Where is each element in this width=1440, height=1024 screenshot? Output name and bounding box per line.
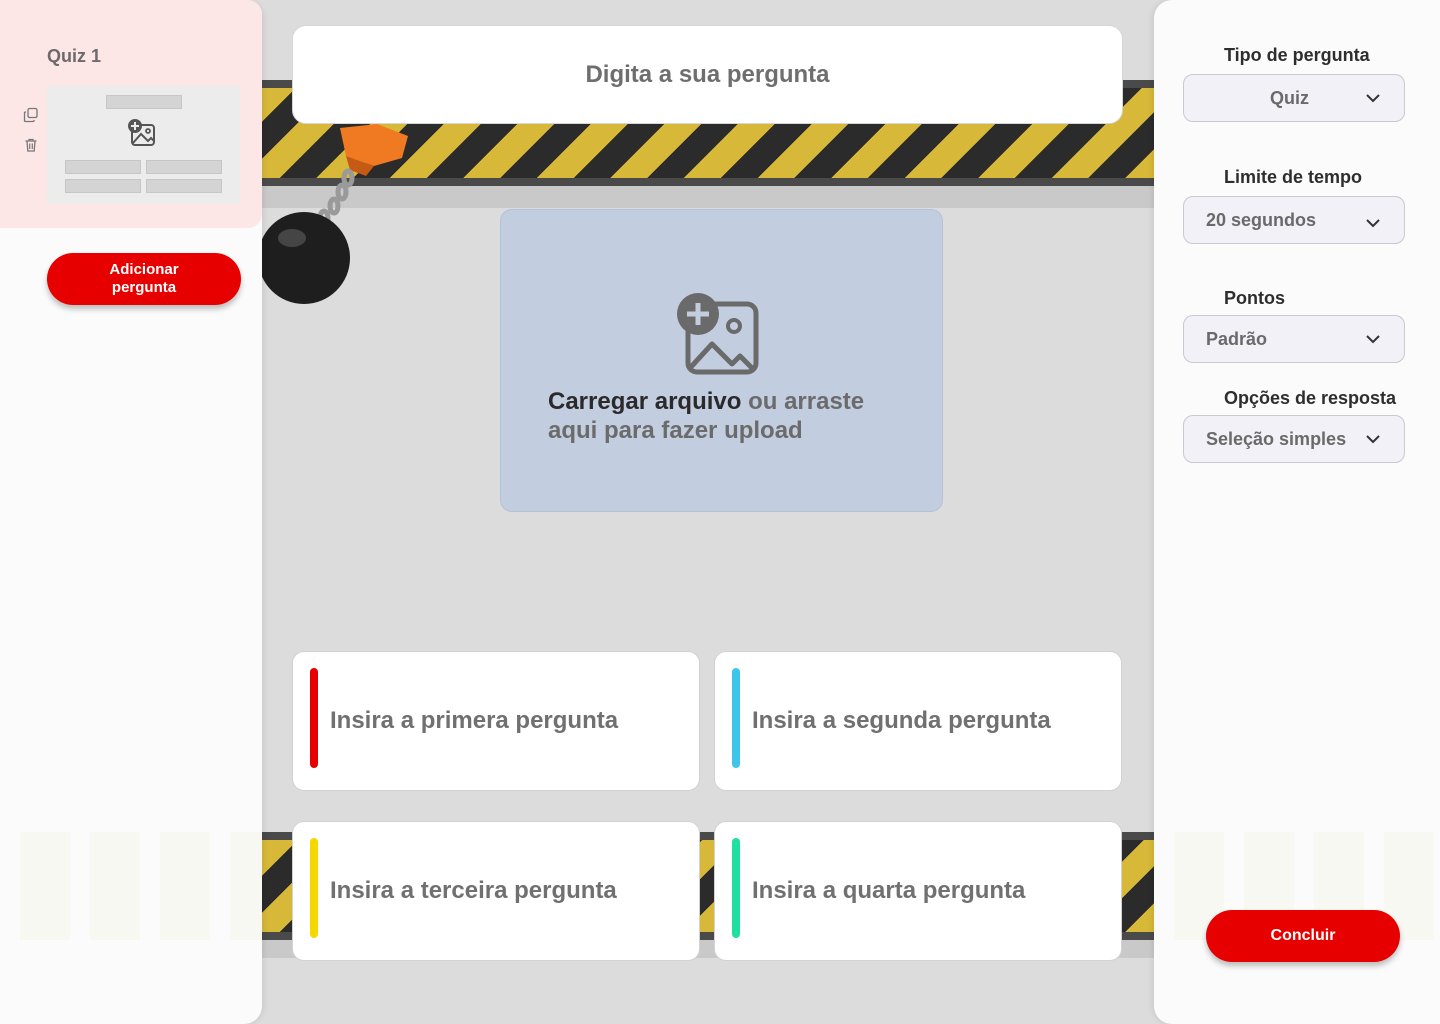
time-limit-select[interactable]: 20 segundos [1183,196,1405,244]
time-limit-label: Limite de tempo [1224,167,1363,187]
slides-sidebar: Quiz 1 Adicionar pergunta [0,0,262,1024]
answer-options-select[interactable]: Seleção simples [1183,415,1405,463]
thumbnail-answer-bar [146,179,222,193]
thumbnail-answer-bar [65,160,141,174]
chevron-down-icon [1366,435,1380,444]
question-type-select[interactable]: Quiz [1183,74,1405,122]
answer-placeholder: Insira a terceira pergunta [330,877,617,904]
slide-title: Quiz 1 [47,46,102,66]
trash-icon[interactable] [23,137,39,153]
answer-color-bar-green [732,838,740,938]
points-select[interactable]: Padrão [1183,315,1405,363]
image-upload-dropzone[interactable]: Carregar arquivo ou arraste aqui para fa… [500,209,943,512]
add-image-icon [677,293,759,375]
answer-placeholder: Insira a primera pergunta [330,707,619,734]
thumbnail-answer-bar [146,160,222,174]
upload-link-text[interactable]: Carregar arquivo [548,388,741,415]
answer-color-bar-red [310,668,318,768]
answer-options-label: Opções de resposta [1224,388,1397,408]
question-input[interactable]: Digita a sua pergunta [292,25,1123,124]
wrecking-ball-illustration [262,124,408,304]
sidebar-stripe-decoration [0,832,262,940]
question-type-value: Quiz [1270,87,1309,108]
answer-options-value: Seleção simples [1206,428,1347,449]
points-label: Pontos [1224,288,1285,308]
chevron-down-icon [1366,219,1380,228]
upload-instructions: Carregar arquivo ou arraste aqui para fa… [548,387,908,445]
chevron-down-icon [1366,94,1380,103]
settings-sidebar: Tipo de pergunta Quiz Limite de tempo 20… [1154,0,1440,1024]
thumbnail-question-bar [106,95,182,109]
answer-placeholder: Insira a quarta pergunta [752,877,1026,904]
answer-color-bar-yellow [310,838,318,938]
answer-input-1[interactable]: Insira a primera pergunta [292,651,700,791]
answer-placeholder: Insira a segunda pergunta [752,707,1051,734]
answer-input-2[interactable]: Insira a segunda pergunta [714,651,1122,791]
answer-input-3[interactable]: Insira a terceira pergunta [292,821,700,961]
add-image-icon [128,119,155,146]
chevron-down-icon [1366,335,1380,344]
answer-color-bar-blue [732,668,740,768]
time-limit-value: 20 segundos [1206,209,1317,230]
add-question-button[interactable]: Adicionar pergunta [47,253,241,305]
slide-thumbnail [47,86,240,204]
thumbnail-answer-bar [65,179,141,193]
duplicate-icon[interactable] [23,107,39,123]
points-value: Padrão [1206,328,1268,349]
answer-input-4[interactable]: Insira a quarta pergunta [714,821,1122,961]
conclude-button[interactable]: Concluir [1206,910,1400,962]
slide-card-1[interactable]: Quiz 1 [0,0,262,228]
question-type-label: Tipo de pergunta [1224,45,1370,65]
